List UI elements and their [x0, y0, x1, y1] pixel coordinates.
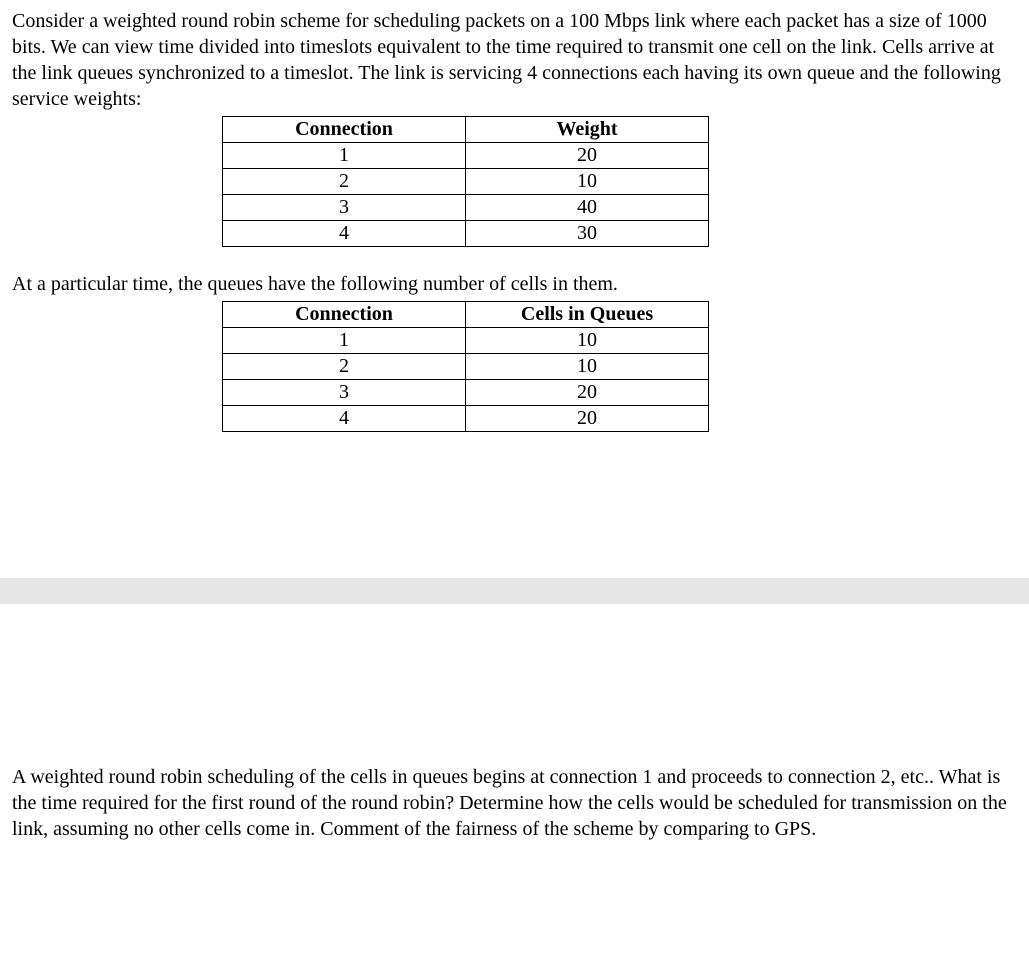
- problem-paragraph-3: A weighted round robin scheduling of the…: [12, 764, 1017, 842]
- blank-space: [12, 604, 1017, 764]
- cell-weight: 40: [466, 195, 709, 221]
- cell-connection: 3: [223, 380, 466, 406]
- page-break-divider: [0, 578, 1029, 604]
- queues-header-connection: Connection: [223, 302, 466, 328]
- cell-connection: 4: [223, 406, 466, 432]
- table-row: 3 40: [223, 195, 709, 221]
- cell-cells: 10: [466, 328, 709, 354]
- weights-header-weight: Weight: [466, 117, 709, 143]
- table-row: 4 20: [223, 406, 709, 432]
- cell-connection: 2: [223, 169, 466, 195]
- queues-table: Connection Cells in Queues 1 10 2 10 3 2…: [222, 301, 709, 432]
- cell-connection: 1: [223, 328, 466, 354]
- table-row: 3 20: [223, 380, 709, 406]
- cell-connection: 1: [223, 143, 466, 169]
- queues-header-cells: Cells in Queues: [466, 302, 709, 328]
- cell-connection: 3: [223, 195, 466, 221]
- table-header-row: Connection Weight: [223, 117, 709, 143]
- cell-weight: 20: [466, 143, 709, 169]
- cell-connection: 2: [223, 354, 466, 380]
- weights-table: Connection Weight 1 20 2 10 3 40 4 30: [222, 116, 709, 247]
- table-row: 2 10: [223, 354, 709, 380]
- table-header-row: Connection Cells in Queues: [223, 302, 709, 328]
- weights-header-connection: Connection: [223, 117, 466, 143]
- table-row: 2 10: [223, 169, 709, 195]
- table-row: 4 30: [223, 221, 709, 247]
- cell-connection: 4: [223, 221, 466, 247]
- blank-space: [12, 438, 1017, 578]
- cell-weight: 30: [466, 221, 709, 247]
- cell-cells: 20: [466, 406, 709, 432]
- problem-paragraph-2: At a particular time, the queues have th…: [12, 271, 1017, 297]
- cell-weight: 10: [466, 169, 709, 195]
- cell-cells: 20: [466, 380, 709, 406]
- problem-paragraph-1: Consider a weighted round robin scheme f…: [12, 8, 1017, 112]
- table-row: 1 20: [223, 143, 709, 169]
- cell-cells: 10: [466, 354, 709, 380]
- table-row: 1 10: [223, 328, 709, 354]
